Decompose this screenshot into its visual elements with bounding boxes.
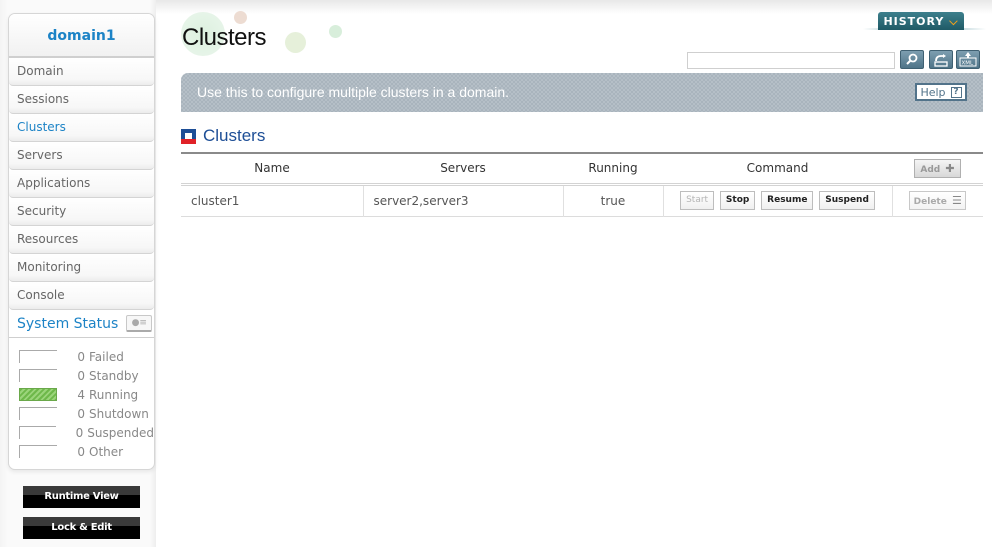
status-count: 0 bbox=[77, 368, 85, 383]
domain-name[interactable]: domain1 bbox=[9, 14, 154, 58]
sidebar-item-sessions[interactable]: Sessions bbox=[9, 86, 154, 114]
sidebar-item-console[interactable]: Console bbox=[9, 282, 154, 310]
system-status-title: System Status bbox=[17, 315, 119, 332]
stop-button[interactable]: Stop bbox=[719, 191, 756, 210]
history-label: HISTORY bbox=[883, 15, 945, 28]
status-row-failed: 0 Failed bbox=[9, 347, 154, 366]
delete-label: Delete bbox=[913, 197, 947, 207]
status-label: Running bbox=[89, 387, 139, 402]
sidebar-item-security[interactable]: Security bbox=[9, 198, 154, 226]
decorative-circle bbox=[329, 25, 342, 38]
status-row-other: 0 Other bbox=[9, 442, 154, 461]
section-title: Clusters bbox=[203, 126, 266, 145]
column-header-name: Name bbox=[254, 161, 290, 176]
sidebar-nav: Domain Sessions Clusters Servers Applica… bbox=[9, 58, 154, 310]
column-header-command: Command bbox=[746, 161, 809, 176]
system-status-list: 0 Failed 0 Standby 4 Running 0 Shutdown … bbox=[9, 338, 154, 469]
sidebar-item-clusters[interactable]: Clusters bbox=[9, 114, 154, 142]
status-label: Suspended bbox=[87, 425, 154, 440]
table-row: cluster1 server2,server3 true Start Stop… bbox=[181, 184, 983, 216]
table-header-row: Name Servers Running Command Add ✚ bbox=[181, 153, 983, 184]
help-icon: ? bbox=[950, 86, 962, 98]
column-header-running: Running bbox=[588, 161, 638, 176]
decorative-circle bbox=[234, 11, 247, 24]
xml-export-icon[interactable]: XML bbox=[956, 50, 980, 69]
refresh-icon[interactable] bbox=[929, 50, 953, 69]
add-cluster-button[interactable]: Add ✚ bbox=[914, 158, 961, 178]
status-bar bbox=[19, 445, 57, 458]
status-bar bbox=[19, 350, 57, 363]
column-header-actions: Add ✚ bbox=[892, 153, 983, 184]
decorative-circle bbox=[285, 32, 306, 53]
status-bar bbox=[19, 426, 57, 439]
status-row-standby: 0 Standby bbox=[9, 366, 154, 385]
system-status-header: System Status ●≡ bbox=[9, 310, 154, 338]
svg-text:XML: XML bbox=[962, 61, 975, 67]
sidebar-item-servers[interactable]: Servers bbox=[9, 142, 154, 170]
status-bar bbox=[19, 369, 57, 382]
delete-button[interactable]: Delete ☰ bbox=[909, 191, 967, 210]
cell-name[interactable]: cluster1 bbox=[181, 184, 364, 216]
status-count: 0 bbox=[77, 444, 85, 459]
status-label: Shutdown bbox=[89, 406, 149, 421]
help-label: Help bbox=[920, 85, 946, 99]
delete-icon: ☰ bbox=[951, 194, 962, 207]
cell-running: true bbox=[563, 184, 664, 216]
status-row-suspended: 0 Suspended bbox=[9, 423, 154, 442]
chart-list-icon[interactable]: ●≡ bbox=[126, 315, 153, 332]
status-count: 0 bbox=[77, 349, 85, 364]
cell-commands: Start Stop Resume Suspend bbox=[663, 184, 893, 216]
cell-actions: Delete ☰ bbox=[892, 184, 983, 216]
info-banner: Use this to configure multiple clusters … bbox=[181, 73, 983, 112]
suspend-button[interactable]: Suspend bbox=[819, 191, 875, 210]
clusters-table: Name Servers Running Command Add ✚ clust… bbox=[181, 152, 983, 217]
section-icon bbox=[181, 128, 196, 144]
sidebar-item-resources[interactable]: Resources bbox=[9, 226, 154, 254]
status-label: Failed bbox=[89, 349, 124, 364]
add-label: Add bbox=[920, 164, 941, 175]
add-icon: ✚ bbox=[945, 161, 955, 175]
status-count: 0 bbox=[77, 406, 85, 421]
lock-edit-button[interactable]: Lock & Edit bbox=[23, 517, 140, 539]
status-row-running: 4 Running bbox=[9, 385, 154, 404]
help-button[interactable]: Help ? bbox=[915, 83, 967, 101]
sidebar: domain1 Domain Sessions Clusters Servers… bbox=[8, 13, 155, 470]
status-count: 4 bbox=[77, 387, 85, 402]
status-label: Other bbox=[89, 444, 124, 459]
history-button[interactable]: HISTORY ⌵ bbox=[878, 12, 964, 30]
column-header-servers: Servers bbox=[440, 161, 486, 176]
sidebar-item-applications[interactable]: Applications bbox=[9, 170, 154, 198]
status-bar bbox=[19, 407, 57, 420]
chevron-down-icon: ⌵ bbox=[949, 15, 959, 28]
status-label: Standby bbox=[89, 368, 139, 383]
status-bar-running bbox=[19, 388, 57, 401]
runtime-view-button[interactable]: Runtime View bbox=[23, 486, 140, 508]
resume-button[interactable]: Resume bbox=[761, 191, 814, 210]
sidebar-item-domain[interactable]: Domain bbox=[9, 58, 154, 86]
page-title: Clusters bbox=[182, 24, 267, 51]
start-button[interactable]: Start bbox=[680, 191, 715, 210]
sidebar-item-monitoring[interactable]: Monitoring bbox=[9, 254, 154, 282]
section-header: Clusters bbox=[181, 126, 265, 146]
search-icon[interactable] bbox=[900, 50, 924, 69]
status-row-shutdown: 0 Shutdown bbox=[9, 404, 154, 423]
status-count: 0 bbox=[75, 425, 84, 440]
info-banner-text: Use this to configure multiple clusters … bbox=[197, 84, 510, 100]
search-input[interactable] bbox=[687, 52, 895, 69]
cell-servers: server2,server3 bbox=[363, 184, 564, 216]
